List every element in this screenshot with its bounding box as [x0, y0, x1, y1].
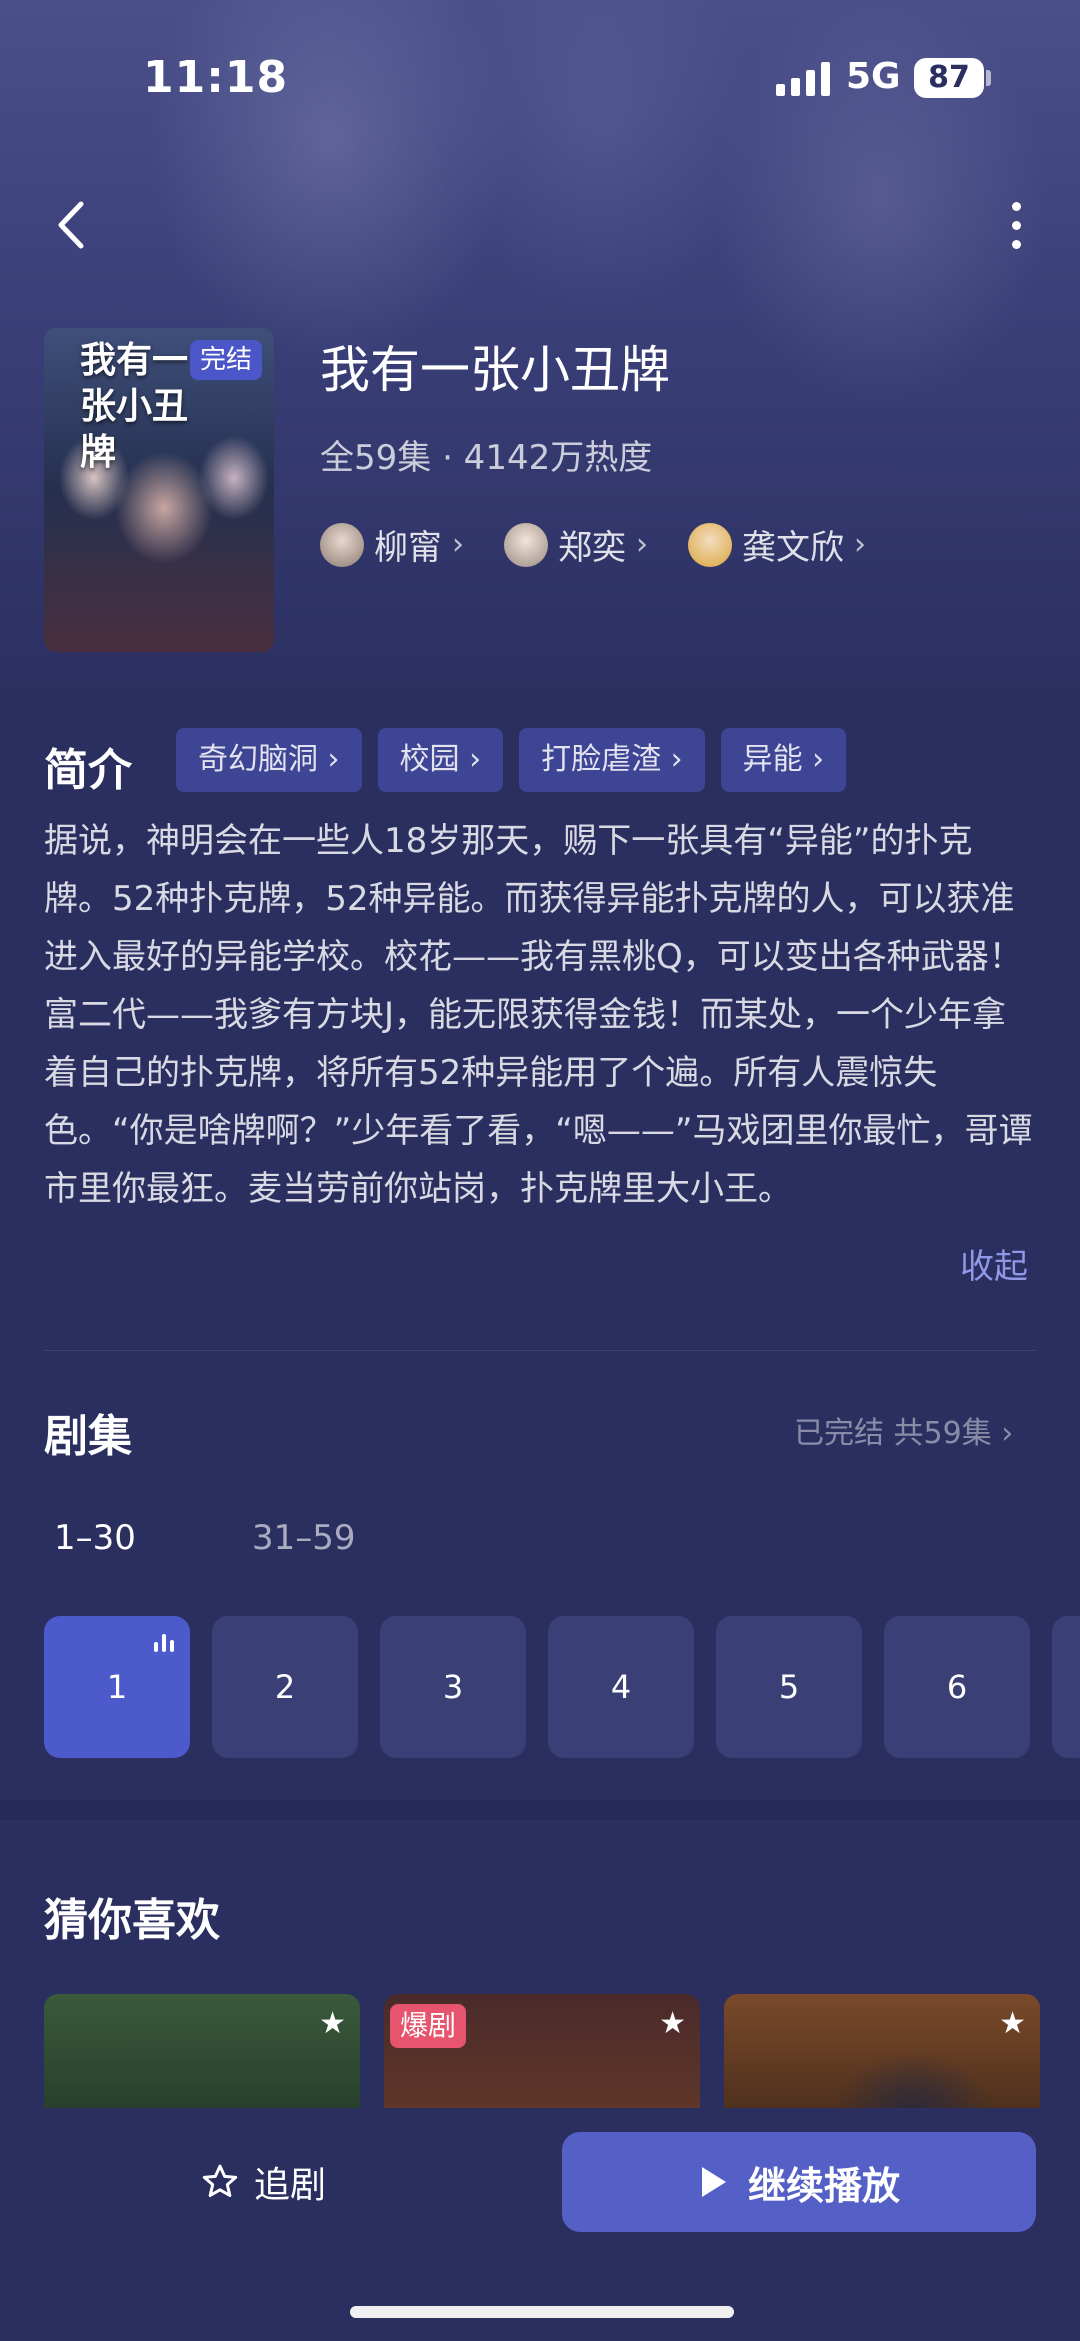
- dot-icon: [1011, 201, 1021, 211]
- hot-badge: 爆剧: [390, 2004, 467, 2048]
- episode-number: 4: [610, 1668, 632, 1706]
- drama-poster[interactable]: 我有一张小丑牌 完结: [44, 328, 274, 652]
- star-icon[interactable]: ★: [659, 2006, 686, 2041]
- cast-list: 柳甯 › 郑奕 › 龚文欣 ›: [320, 520, 866, 569]
- recommend-heading: 猜你喜欢: [44, 1895, 220, 1946]
- star-icon[interactable]: ★: [319, 2006, 346, 2041]
- episode-number: 6: [946, 1668, 968, 1706]
- episode-button[interactable]: 3: [380, 1616, 526, 1758]
- star-outline-icon: [202, 2164, 238, 2198]
- cast-item[interactable]: 龚文欣 ›: [688, 520, 866, 569]
- avatar: [320, 522, 364, 567]
- cellular-signal-icon: [776, 62, 830, 96]
- genre-tags: 奇幻脑洞 › 校园 › 打脸虐渣 › 异能 ›: [176, 728, 847, 792]
- battery-tip: [986, 70, 991, 86]
- recommend-list: ★ 爆剧 ★ ★: [44, 1994, 1080, 2110]
- genre-tag[interactable]: 异能 ›: [720, 728, 847, 792]
- drama-meta: 全59集 · 4142万热度: [320, 438, 653, 478]
- episode-list: 1 2 3 4 5 6: [44, 1616, 1080, 1758]
- genre-tag[interactable]: 打脸虐渣 ›: [519, 728, 705, 792]
- follow-label: 追剧: [254, 2165, 327, 2206]
- follow-button[interactable]: 追剧: [200, 2132, 326, 2232]
- intro-heading: 简介: [44, 745, 132, 796]
- cast-name: 柳甯: [374, 528, 442, 568]
- network-type: 5G: [846, 56, 901, 97]
- avatar: [504, 522, 548, 567]
- chevron-right-icon: ›: [452, 527, 464, 562]
- recommend-card[interactable]: ★: [44, 1994, 360, 2110]
- recommend-card[interactable]: ★: [724, 1994, 1040, 2110]
- drama-title: 我有一张小丑牌: [320, 341, 670, 399]
- synopsis-text: 据说，神明会在一些人18岁那天，赐下一张具有“异能”的扑克牌。52种扑克牌，52…: [44, 821, 1033, 1209]
- status-time: 11:18: [143, 52, 289, 103]
- play-label: 继续播放: [747, 2163, 900, 2208]
- continue-play-button[interactable]: 继续播放: [562, 2132, 1036, 2232]
- episode-number: 5: [778, 1668, 800, 1706]
- tab-range-31-59[interactable]: 31–59: [252, 1518, 356, 1558]
- episode-number: 2: [274, 1668, 296, 1706]
- episode-number: 3: [442, 1668, 464, 1706]
- status-bar: 11:18 5G 87: [0, 0, 1080, 160]
- section-divider: [44, 1350, 1036, 1351]
- back-button[interactable]: [40, 190, 100, 260]
- play-icon: [701, 2167, 726, 2197]
- cast-name: 龚文欣: [742, 528, 844, 568]
- chevron-right-icon: ›: [854, 527, 866, 562]
- genre-tag[interactable]: 奇幻脑洞 ›: [176, 728, 362, 792]
- poster-title: 我有一张小丑牌: [80, 340, 189, 473]
- dot-icon: [1011, 239, 1021, 249]
- tab-range-1-30[interactable]: 1–30: [54, 1518, 136, 1558]
- episodes-status-link[interactable]: 已完结 共59集 ›: [794, 1408, 1013, 1452]
- section-divider: [0, 1800, 1080, 1820]
- more-options-button[interactable]: [996, 190, 1036, 260]
- battery-icon: 87: [914, 58, 984, 98]
- completed-badge: 完结: [190, 340, 262, 380]
- now-playing-icon: [154, 1634, 174, 1652]
- episode-button[interactable]: 5: [716, 1616, 862, 1758]
- home-indicator: [350, 2306, 734, 2318]
- episode-button[interactable]: 4: [548, 1616, 694, 1758]
- cast-item[interactable]: 柳甯 ›: [320, 520, 464, 569]
- episode-button[interactable]: 6: [884, 1616, 1030, 1758]
- episode-button[interactable]: 1: [44, 1616, 190, 1758]
- episode-button[interactable]: 2: [212, 1616, 358, 1758]
- episode-button-partial[interactable]: [1052, 1616, 1080, 1758]
- chevron-right-icon: ›: [636, 527, 648, 562]
- star-icon[interactable]: ★: [999, 2006, 1026, 2041]
- dot-icon: [1011, 220, 1021, 230]
- chevron-left-icon: [58, 201, 84, 249]
- cast-item[interactable]: 郑奕 ›: [504, 520, 648, 569]
- avatar: [688, 522, 732, 567]
- collapse-button[interactable]: 收起: [960, 1239, 1028, 1288]
- cast-name: 郑奕: [558, 528, 626, 568]
- recommend-card[interactable]: 爆剧 ★: [384, 1994, 700, 2110]
- genre-tag[interactable]: 校园 ›: [377, 728, 504, 792]
- episodes-heading: 剧集: [44, 1411, 132, 1462]
- episode-number: 1: [106, 1668, 128, 1706]
